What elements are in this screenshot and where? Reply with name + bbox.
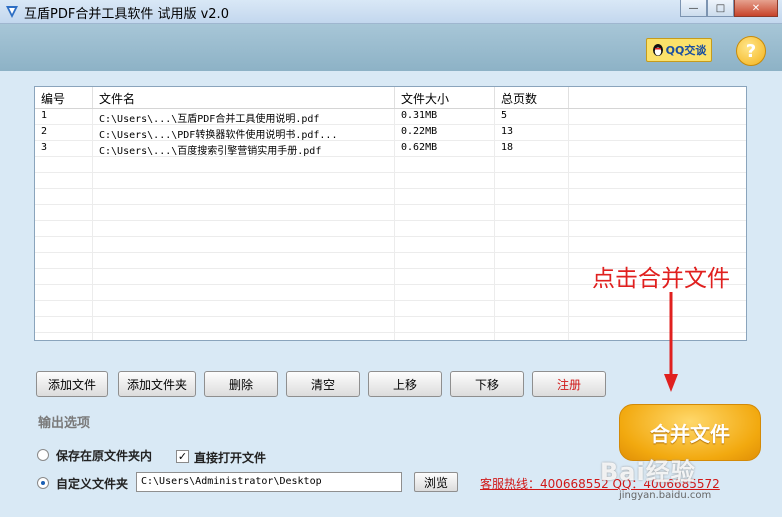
- empty-row: [35, 237, 746, 253]
- open-directly-label: 直接打开文件: [194, 451, 267, 465]
- cell-number: 2: [35, 125, 93, 140]
- empty-row: [35, 205, 746, 221]
- cell-filename: C:\Users\...\互盾PDF合并工具使用说明.pdf: [93, 109, 395, 124]
- open-directly-checkbox[interactable]: ✓: [176, 450, 189, 463]
- cell-number: 3: [35, 141, 93, 156]
- empty-row: [35, 173, 746, 189]
- column-header-filename[interactable]: 文件名: [93, 87, 395, 108]
- cell-size: 0.62MB: [395, 141, 495, 156]
- column-header-pages[interactable]: 总页数: [495, 87, 569, 108]
- app-icon: [6, 6, 18, 18]
- register-button[interactable]: 注册: [532, 371, 606, 397]
- empty-row: [35, 301, 746, 317]
- title-bar: 互盾PDF合并工具软件 试用版 v2.0 — □ ✕: [0, 0, 782, 24]
- table-row[interactable]: 3 C:\Users\...\百度搜索引擎营销实用手册.pdf 0.62MB 1…: [35, 141, 746, 157]
- delete-button[interactable]: 删除: [204, 371, 278, 397]
- cell-number: 1: [35, 109, 93, 124]
- cell-size: 0.22MB: [395, 125, 495, 140]
- annotation-arrow-icon: [664, 292, 678, 392]
- penguin-icon: [652, 44, 663, 56]
- window-title: 互盾PDF合并工具软件 试用版 v2.0: [24, 7, 229, 22]
- cell-size: 0.31MB: [395, 109, 495, 124]
- close-button[interactable]: ✕: [734, 0, 778, 17]
- column-header-number[interactable]: 编号: [35, 87, 93, 108]
- cell-filename: C:\Users\...\百度搜索引擎营销实用手册.pdf: [93, 141, 395, 156]
- cell-pages: 18: [495, 141, 569, 156]
- window-controls: — □ ✕: [680, 0, 778, 18]
- custom-folder-radio[interactable]: [37, 477, 49, 489]
- table-header: 编号 文件名 文件大小 总页数: [35, 87, 746, 109]
- add-folder-button[interactable]: 添加文件夹: [118, 371, 196, 397]
- cell-pages: 5: [495, 109, 569, 124]
- browse-button[interactable]: 浏览: [414, 472, 458, 492]
- cell-empty: [569, 109, 746, 124]
- column-header-empty: [569, 87, 746, 108]
- empty-row: [35, 333, 746, 340]
- move-down-button[interactable]: 下移: [450, 371, 524, 397]
- custom-folder-label: 自定义文件夹: [56, 477, 129, 491]
- table-row[interactable]: 1 C:\Users\...\互盾PDF合并工具使用说明.pdf 0.31MB …: [35, 109, 746, 125]
- watermark-text: Bai经验: [600, 458, 696, 486]
- minimize-button[interactable]: —: [680, 0, 707, 17]
- help-icon[interactable]: ?: [736, 36, 766, 66]
- empty-row: [35, 157, 746, 173]
- file-list-table[interactable]: 编号 文件名 文件大小 总页数 1 C:\Users\...\互盾PDF合并工具…: [34, 86, 747, 341]
- clear-button[interactable]: 清空: [286, 371, 360, 397]
- maximize-button[interactable]: □: [707, 0, 734, 17]
- watermark-url: jingyan.baidu.com: [619, 490, 712, 501]
- cell-empty: [569, 141, 746, 156]
- empty-row: [35, 189, 746, 205]
- column-header-size[interactable]: 文件大小: [395, 87, 495, 108]
- output-options-title: 输出选项: [38, 416, 91, 431]
- save-original-label: 保存在原文件夹内: [56, 449, 153, 463]
- cell-empty: [569, 125, 746, 140]
- cell-filename: C:\Users\...\PDF转换器软件使用说明书.pdf...: [93, 125, 395, 140]
- cell-pages: 13: [495, 125, 569, 140]
- empty-row: [35, 221, 746, 237]
- save-original-radio[interactable]: [37, 449, 49, 461]
- add-file-button[interactable]: 添加文件: [36, 371, 108, 397]
- qq-chat-label: QQ交谈: [665, 44, 707, 57]
- move-up-button[interactable]: 上移: [368, 371, 442, 397]
- qq-chat-button[interactable]: QQ交谈: [646, 38, 712, 62]
- empty-row: [35, 317, 746, 333]
- table-row[interactable]: 2 C:\Users\...\PDF转换器软件使用说明书.pdf... 0.22…: [35, 125, 746, 141]
- annotation-text: 点击合并文件: [592, 266, 730, 292]
- output-path-field[interactable]: C:\Users\Administrator\Desktop: [136, 472, 402, 492]
